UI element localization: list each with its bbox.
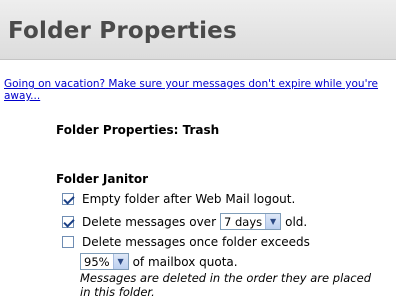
option-delete-over: Delete messages over 7 days ▼ old. [62,213,307,230]
label-delete-over-before: Delete messages over [82,214,216,229]
folder-subtitle: Folder Properties: Trash [56,123,220,137]
label-quota-after: of mailbox quota. [132,254,238,269]
option-delete-exceeds: Delete messages once folder exceeds [62,235,310,249]
folder-janitor-title: Folder Janitor [56,172,149,186]
option-empty-after-logout: Empty folder after Web Mail logout. [62,192,295,206]
age-select-value: 7 days [224,214,263,229]
quota-line: 95% ▼ of mailbox quota. [80,253,238,270]
label-empty-after-logout: Empty folder after Web Mail logout. [82,192,296,206]
page-header: Folder Properties [0,0,396,60]
page-title: Folder Properties [8,18,237,44]
label-delete-over-after: old. [285,214,308,229]
age-select[interactable]: 7 days ▼ [220,213,282,230]
janitor-note: Messages are deleted in the order they a… [80,271,372,299]
chevron-down-icon[interactable]: ▼ [265,214,281,229]
chevron-down-icon[interactable]: ▼ [112,254,128,269]
quota-select[interactable]: 95% ▼ [80,253,129,270]
checkbox-delete-exceeds[interactable] [62,236,74,248]
label-delete-exceeds: Delete messages once folder exceeds [82,235,310,249]
checkbox-delete-over[interactable] [62,215,74,228]
vacation-link[interactable]: Going on vacation? Make sure your messag… [4,78,396,102]
quota-select-value: 95% [84,254,110,269]
checkbox-empty-after-logout[interactable] [62,193,74,205]
